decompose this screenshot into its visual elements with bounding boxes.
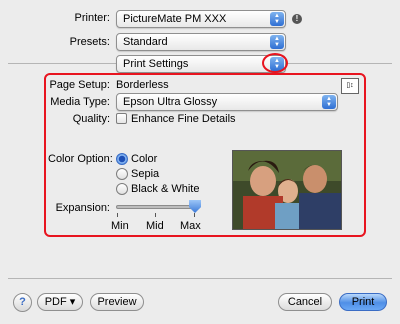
printer-value: PictureMate PM XXX bbox=[123, 13, 227, 25]
slider-tick bbox=[155, 213, 156, 217]
help-button[interactable]: ? bbox=[13, 293, 32, 312]
presets-popup[interactable]: Standard ▲ ▼ bbox=[116, 33, 286, 51]
media-type-popup[interactable]: Epson Ultra Glossy ▲ ▼ bbox=[116, 93, 338, 111]
expansion-max-label: Max bbox=[180, 220, 201, 232]
page-setup-label: Page Setup: bbox=[49, 79, 110, 91]
presets-value: Standard bbox=[123, 36, 168, 48]
color-radio[interactable] bbox=[116, 153, 128, 165]
print-button[interactable]: Print bbox=[339, 293, 387, 311]
enhance-fine-details-checkbox[interactable] bbox=[116, 113, 127, 124]
slider-tick bbox=[117, 213, 118, 217]
sepia-radio[interactable] bbox=[116, 168, 128, 180]
printer-label: Printer: bbox=[74, 12, 110, 24]
pdf-button[interactable]: PDF ▾ bbox=[37, 293, 83, 311]
cancel-button[interactable]: Cancel bbox=[278, 293, 332, 311]
page-setup-icon: ▯↕ bbox=[341, 78, 359, 94]
highlight-circle bbox=[262, 53, 288, 73]
color-radio-label: Color bbox=[131, 153, 158, 165]
printer-popup[interactable]: PictureMate PM XXX ▲ ▼ bbox=[116, 10, 286, 28]
expansion-label: Expansion: bbox=[55, 202, 110, 214]
media-type-label: Media Type: bbox=[50, 96, 110, 108]
preview-photo bbox=[232, 150, 342, 230]
black-white-radio[interactable] bbox=[116, 183, 128, 195]
black-white-radio-label: Black & White bbox=[131, 183, 200, 195]
family-photo-image bbox=[233, 151, 341, 229]
expansion-min-label: Min bbox=[111, 220, 129, 232]
sepia-radio-label: Sepia bbox=[131, 168, 160, 180]
panel-popup[interactable]: Print Settings ▲ ▼ bbox=[116, 55, 286, 73]
divider bbox=[8, 278, 392, 279]
media-type-value: Epson Ultra Glossy bbox=[123, 96, 218, 108]
expansion-slider-track[interactable] bbox=[116, 205, 198, 209]
enhance-fine-details-label: Enhance Fine Details bbox=[131, 113, 236, 125]
color-option-label: Color Option: bbox=[48, 153, 113, 165]
page-setup-value: Borderless bbox=[116, 79, 169, 91]
panel-value: Print Settings bbox=[123, 58, 189, 70]
info-icon[interactable]: ! bbox=[292, 14, 302, 24]
popup-arrows-icon: ▲ ▼ bbox=[270, 12, 284, 26]
quality-label: Quality: bbox=[72, 113, 110, 125]
expansion-mid-label: Mid bbox=[146, 220, 164, 232]
popup-arrows-icon: ▲ ▼ bbox=[270, 35, 284, 49]
preview-button[interactable]: Preview bbox=[90, 293, 144, 311]
presets-label: Presets: bbox=[69, 36, 110, 48]
popup-arrows-icon: ▲ ▼ bbox=[322, 95, 336, 109]
slider-tick bbox=[194, 213, 195, 217]
